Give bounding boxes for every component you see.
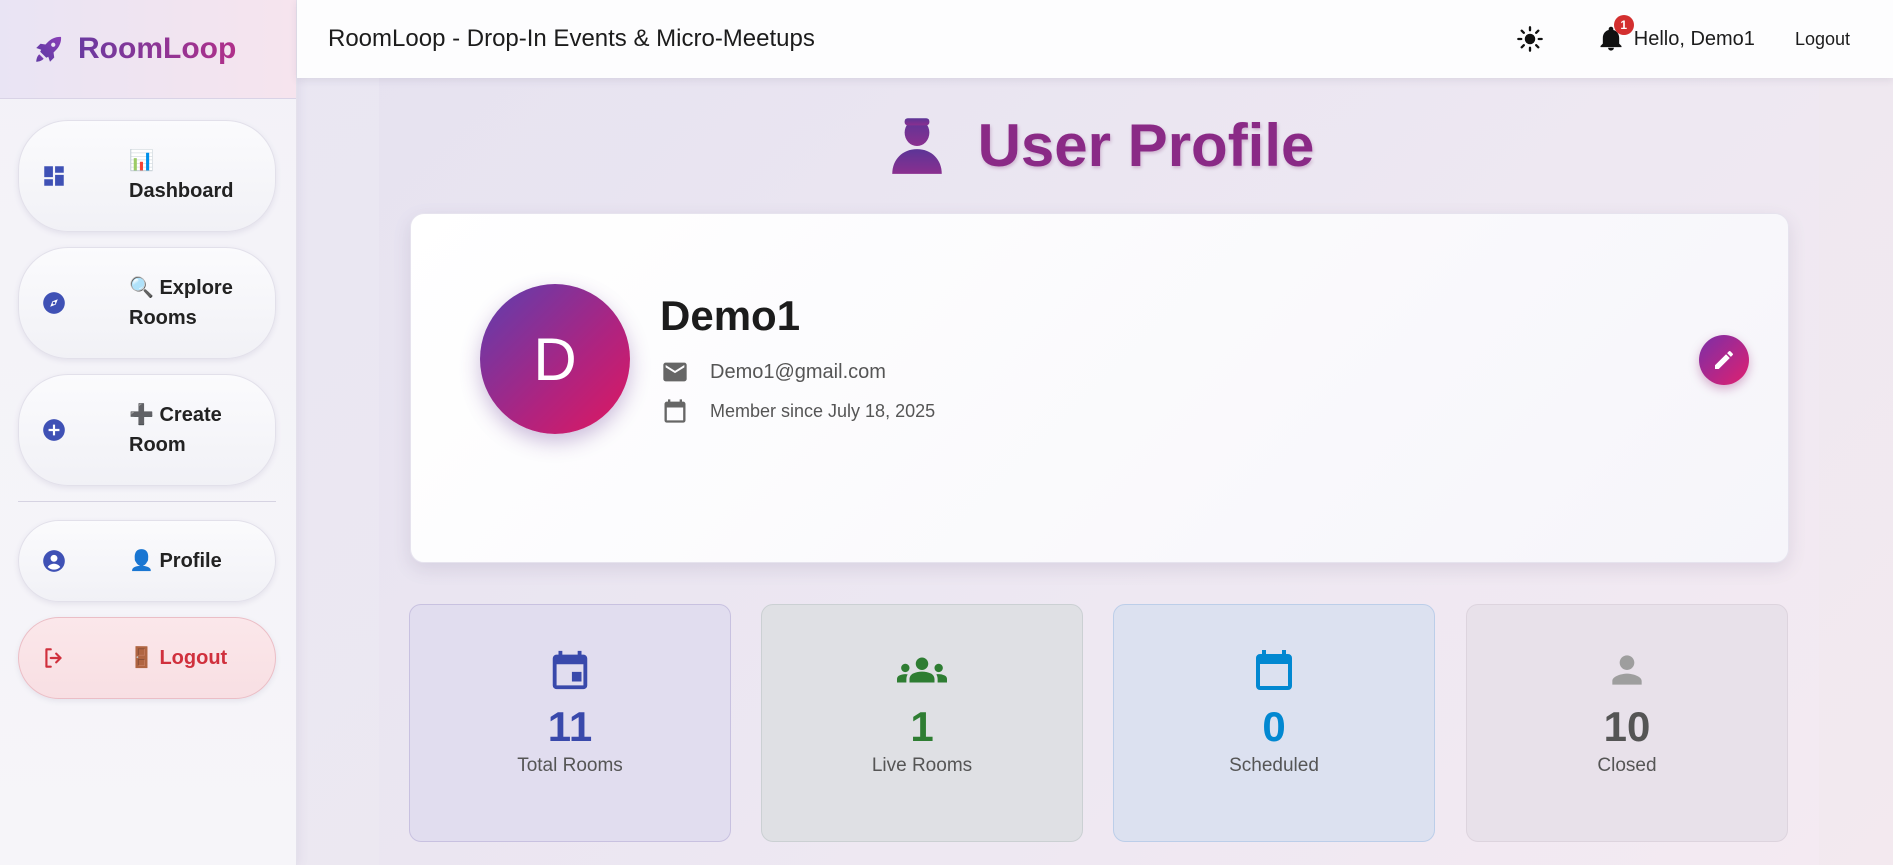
person-icon: [1602, 645, 1652, 695]
email-icon: [660, 357, 690, 387]
calendar-icon: [660, 396, 690, 426]
sun-icon: [1516, 26, 1543, 52]
pencil-icon: [1715, 350, 1733, 369]
top-bar-actions: 1 Hello, Demo1 Logout: [1514, 0, 1893, 78]
brand-name: RoomLoop: [78, 32, 237, 65]
stat-label: Scheduled: [1229, 755, 1319, 776]
sidebar-item-emoji: 🔍: [129, 277, 154, 299]
user-name: Demo1: [660, 292, 801, 339]
email-row: Demo1@gmail.com: [660, 357, 886, 387]
sidebar-item-logout[interactable]: 🚪 Logout: [18, 617, 276, 699]
sidebar-item-explore-rooms[interactable]: 🔍 Explore Rooms: [18, 247, 276, 359]
stat-label: Closed: [1597, 755, 1657, 776]
sidebar-item-emoji: 👤: [129, 550, 154, 572]
profile-card: D Demo1 Demo1@gmail.com Member since Jul…: [410, 213, 1789, 563]
group-icon: [897, 645, 947, 695]
theme-toggle-button[interactable]: [1514, 23, 1546, 55]
sidebar-item-create-room[interactable]: ➕ Create Room: [18, 374, 276, 486]
stat-label: Total Rooms: [517, 755, 623, 776]
logout-icon: [41, 645, 67, 671]
stat-value: 10: [1603, 703, 1651, 750]
rocket-icon: [36, 36, 62, 62]
member-since: Member since July 18, 2025: [710, 400, 936, 421]
user-silhouette-icon: [891, 118, 942, 174]
sidebar-item-profile[interactable]: 👤 Profile: [18, 520, 276, 602]
stat-live-rooms: 1 Live Rooms: [761, 604, 1083, 842]
sidebar-item-dashboard[interactable]: 📊 Dashboard: [18, 120, 276, 232]
stat-label: Live Rooms: [871, 755, 973, 776]
stat-value: 1: [910, 703, 934, 750]
sidebar-item-emoji: 🚪: [129, 647, 154, 669]
notifications-button[interactable]: 1: [1596, 15, 1634, 54]
sidebar-item-emoji: ➕: [129, 404, 154, 426]
main-content: User Profile D Demo1 Demo1@gmail.com Mem…: [379, 78, 1819, 865]
avatar: D: [480, 284, 630, 434]
calendar-today-icon: [1249, 645, 1299, 695]
sidebar-item-label: Profile: [159, 550, 222, 572]
member-since-row: Member since July 18, 2025: [660, 396, 935, 426]
stat-value: 11: [547, 703, 593, 750]
user-greeting: Hello, Demo1: [1633, 27, 1755, 50]
user-email: Demo1@gmail.com: [710, 360, 886, 383]
event-calendar-icon: [545, 645, 595, 695]
sidebar-item-label: Logout: [159, 647, 228, 669]
sidebar: RoomLoop 📊 Dashboard 🔍 Explore Rooms ➕ C…: [0, 0, 297, 865]
app-title: RoomLoop - Drop-In Events & Micro-Meetup…: [328, 25, 815, 52]
add-circle-icon: [41, 417, 67, 443]
stat-value: 0: [1262, 703, 1286, 750]
sidebar-nav: 📊 Dashboard 🔍 Explore Rooms ➕ Create Roo…: [0, 99, 296, 699]
stat-scheduled: 0 Scheduled: [1113, 604, 1435, 842]
dashboard-icon: [41, 163, 67, 189]
logout-button[interactable]: Logout: [1795, 29, 1850, 50]
page-title: User Profile: [977, 111, 1315, 179]
sidebar-item-emoji: 📊: [129, 150, 154, 172]
edit-profile-button[interactable]: [1699, 335, 1749, 385]
account-circle-icon: [41, 548, 67, 574]
notification-badge: 1: [1613, 15, 1634, 35]
sidebar-item-label: Dashboard: [129, 180, 234, 202]
brand[interactable]: RoomLoop: [0, 0, 296, 99]
stat-closed: 10 Closed: [1466, 604, 1788, 842]
page-heading: User Profile: [379, 102, 1819, 188]
stat-total-rooms: 11 Total Rooms: [409, 604, 731, 842]
sidebar-divider: [18, 501, 276, 502]
compass-icon: [41, 290, 67, 316]
top-bar: RoomLoop - Drop-In Events & Micro-Meetup…: [297, 0, 1893, 78]
